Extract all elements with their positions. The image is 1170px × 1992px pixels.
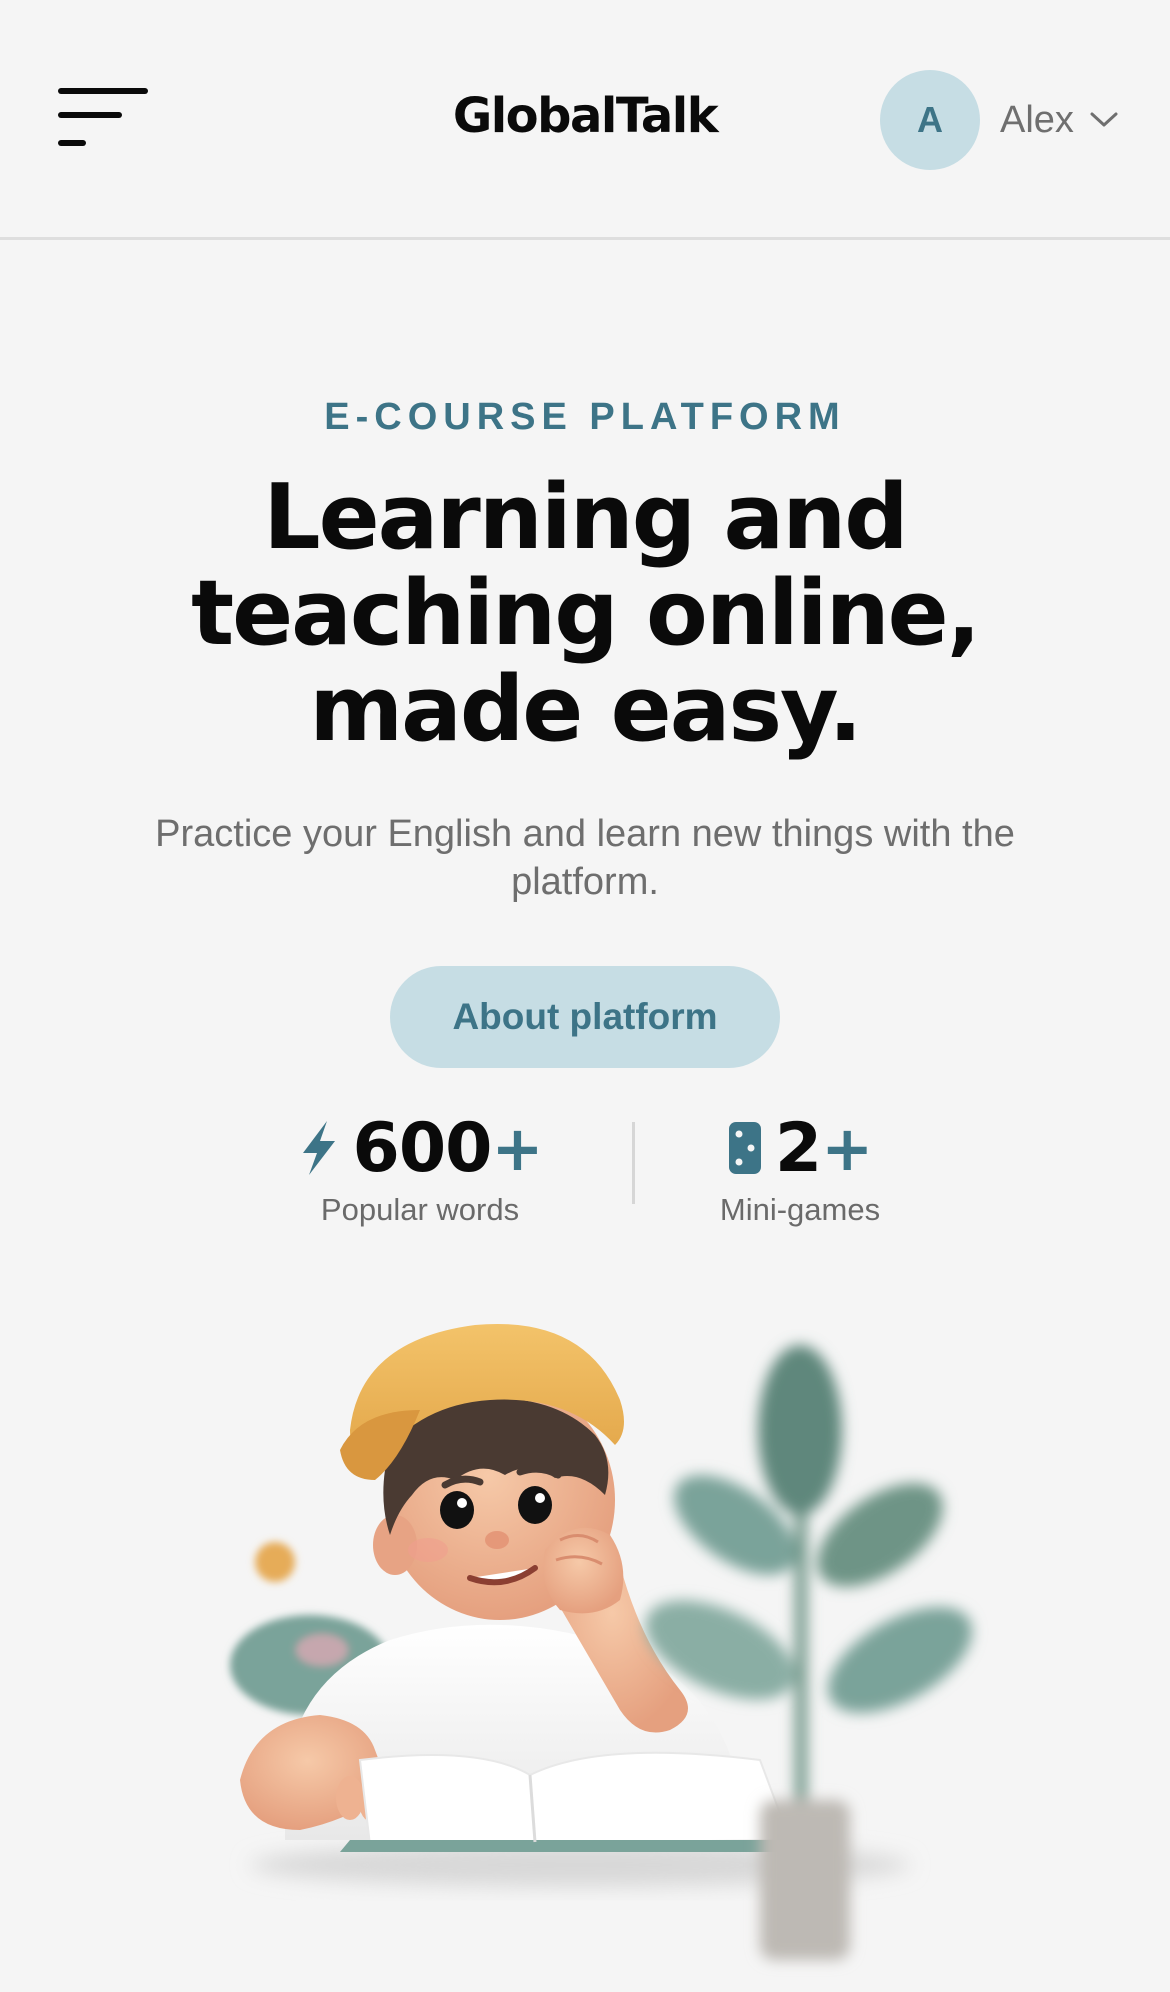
stats-divider [632,1122,635,1204]
brand-logo[interactable]: GlobalTalk [385,88,785,144]
stat-figure: 2 + [690,1108,910,1188]
menu-line [58,112,122,118]
dice-icon [727,1120,763,1176]
headline-line: teaching online, [191,561,981,666]
about-platform-button[interactable]: About platform [390,966,780,1068]
avatar[interactable]: A [880,70,980,170]
chevron-down-icon[interactable] [1088,104,1120,136]
user-name[interactable]: Alex [1000,99,1074,142]
top-header: GlobalTalk A Alex [0,0,1170,240]
page-title: Learning and teaching online, made easy. [60,470,1110,758]
stat-popular-words: 600 + Popular words [270,1108,570,1228]
hamburger-menu-icon[interactable] [52,82,156,154]
stat-value: 600 [352,1108,493,1188]
stat-label: Popular words [320,1192,520,1227]
stat-figure: 600 + [270,1108,570,1188]
stat-mini-games: 2 + Mini-games [690,1108,910,1228]
user-menu[interactable]: A Alex [880,70,1120,170]
eyebrow-label: E-COURSE PLATFORM [324,396,846,438]
stat-suffix: + [821,1111,874,1185]
hero-description: Practice your English and learn new thin… [155,813,1015,903]
headline-line: made easy. [309,657,862,762]
menu-line [58,140,86,146]
stat-suffix: + [491,1111,544,1185]
stat-label: Mini-games [719,1192,881,1227]
headline-line: Learning and [263,465,908,570]
lightning-icon [297,1119,341,1177]
menu-line [58,88,148,94]
hero-illustration [200,1320,1140,1980]
stat-value: 2 [774,1108,822,1188]
